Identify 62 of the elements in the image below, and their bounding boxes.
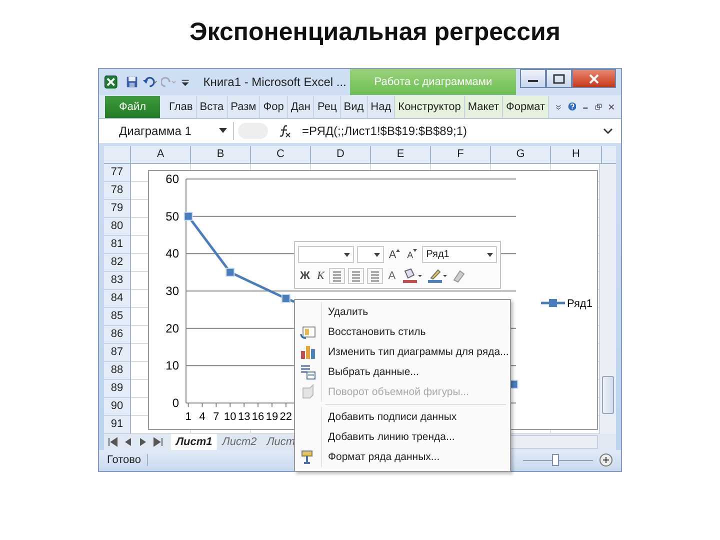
context-tab-group: Работа с диаграммами: [350, 69, 516, 95]
sheet-tab[interactable]: Лист1: [171, 434, 218, 450]
axis-label: 60: [166, 172, 179, 186]
axis-label: 30: [166, 284, 179, 298]
menu-item[interactable]: Восстановить стиль: [322, 326, 426, 338]
row-header[interactable]: 79: [104, 200, 130, 218]
italic-button[interactable]: К: [314, 267, 326, 284]
column-header[interactable]: E: [371, 146, 431, 163]
ribbon-tab[interactable]: Макет: [464, 96, 504, 118]
column-header[interactable]: A: [131, 146, 191, 163]
ribbon-tab[interactable]: Файл: [105, 96, 160, 118]
row-header[interactable]: 84: [104, 290, 130, 308]
menu-item[interactable]: Добавить линию тренда...: [322, 431, 455, 443]
axis-label: 0: [172, 396, 179, 410]
name-box[interactable]: Диаграмма 1: [103, 122, 234, 140]
row-header[interactable]: 90: [104, 398, 130, 416]
menu-item[interactable]: Выбрать данные...: [322, 366, 419, 378]
column-header[interactable]: H: [551, 146, 602, 163]
bold-button[interactable]: Ж: [298, 267, 312, 284]
formula-field[interactable]: =РЯД(;;Лист1!$B$19:$B$89;1): [302, 124, 599, 138]
row-header[interactable]: 81: [104, 236, 130, 254]
column-header[interactable]: D: [311, 146, 371, 163]
shrink-font-button[interactable]: A: [405, 246, 420, 263]
axis-label: 7: [213, 410, 220, 423]
row-header[interactable]: 78: [104, 182, 130, 200]
row-header[interactable]: 85: [104, 308, 130, 326]
row-header[interactable]: 88: [104, 362, 130, 380]
row-header[interactable]: 77: [104, 164, 130, 182]
column-header[interactable]: F: [431, 146, 491, 163]
axis-label: 1: [185, 410, 192, 423]
row-header[interactable]: 83: [104, 272, 130, 290]
axis-label: 20: [166, 320, 179, 335]
column-header[interactable]: G: [491, 146, 551, 163]
row-header[interactable]: 87: [104, 344, 130, 362]
grow-font-button[interactable]: A: [386, 246, 402, 263]
column-header[interactable]: B: [191, 146, 251, 163]
row-header[interactable]: 89: [104, 380, 130, 398]
column-header[interactable]: C: [251, 146, 311, 163]
axis-label: 13: [238, 410, 250, 423]
axis-label: 10: [166, 358, 179, 372]
font-color-button[interactable]: A: [386, 267, 398, 284]
axis-label: 40: [166, 246, 179, 260]
axis-label: 4: [199, 410, 206, 423]
row-header[interactable]: 82: [104, 254, 130, 272]
ribbon-tab[interactable]: Формат: [503, 96, 550, 118]
ribbon-tab[interactable]: Конструктор: [395, 96, 465, 118]
chart-element-field[interactable]: Ряд1: [422, 246, 497, 263]
menu-item[interactable]: Изменить тип диаграммы для ряда...: [322, 346, 509, 358]
window-title: Книга1 - Microsoft Excel ...: [203, 75, 346, 89]
axis-label: 22: [280, 410, 292, 423]
axis-label: 10: [224, 410, 236, 423]
axis-label: 50: [166, 208, 179, 223]
axis-label: 19: [266, 410, 278, 423]
menu-item[interactable]: Удалить: [322, 306, 368, 318]
slide-title: Экспоненциальная регрессия: [188, 18, 560, 47]
legend-label: Ряд1: [567, 298, 592, 310]
menu-item[interactable]: Формат ряда данных...: [322, 451, 440, 463]
row-header[interactable]: 86: [104, 326, 130, 344]
status-text: Готово: [107, 454, 148, 466]
axis-label: 16: [252, 410, 264, 423]
menu-item[interactable]: Добавить подписи данных: [322, 411, 457, 423]
row-header[interactable]: 80: [104, 218, 130, 236]
